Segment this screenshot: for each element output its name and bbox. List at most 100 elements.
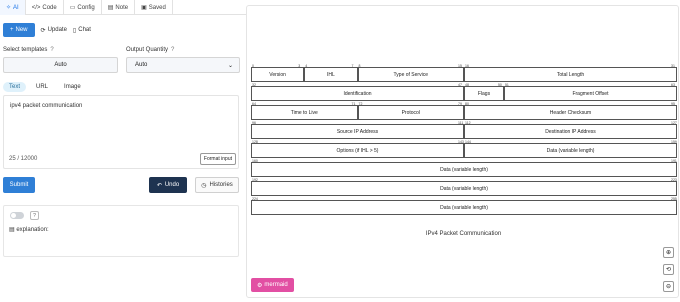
update-label: Update: [47, 27, 67, 33]
explanation-label: ▤ explanation:: [9, 226, 49, 233]
chat-label: Chat: [78, 27, 91, 33]
update-button[interactable]: ⟳ Update: [41, 27, 67, 34]
bit-end-label: 15: [458, 64, 462, 68]
diagram-row: Data (variable length) 224 255: [251, 197, 677, 216]
app: ✧ AI </> Code ▭ Config ▤ Note ▣ Saved + New ⟳ U…: [0, 0, 680, 302]
field-cell: Source IP Address: [251, 124, 464, 139]
chevron-down-icon: ⌄: [227, 62, 233, 69]
diagram-row: Data (variable length) 160 191: [251, 159, 677, 178]
tab-note[interactable]: ▤ Note: [102, 0, 136, 15]
tab-config-label: Config: [77, 4, 95, 11]
new-label: New: [15, 27, 28, 33]
bit-end-label: 3: [298, 64, 301, 68]
diagram-row: Options (if IHL > 5) 128 143 Data (variable…: [251, 140, 677, 159]
chat-button[interactable]: ▯ Chat: [73, 27, 91, 34]
bit-start-label: 224: [252, 197, 258, 201]
tab-text[interactable]: Text: [3, 82, 27, 92]
top-tabs: ✧ AI </> Code ▭ Config ▤ Note ▣ Saved: [0, 0, 246, 15]
quantity-value: Auto: [135, 62, 148, 68]
bit-start-label: 192: [252, 178, 258, 182]
field-cell: Identification: [251, 86, 464, 101]
help-icon: ?: [50, 47, 54, 53]
help-icon[interactable]: ?: [30, 211, 39, 220]
histories-button[interactable]: ◷ Histories: [195, 177, 239, 193]
field-cell: Type of Service: [357, 67, 464, 82]
bit-end-label: 31: [671, 64, 675, 68]
field-cell: Data (variable length): [251, 200, 677, 215]
tab-url[interactable]: URL: [30, 82, 54, 92]
mermaid-button[interactable]: ⚙ mermaid: [251, 278, 294, 292]
field-cell: Fragment Offset: [503, 86, 677, 101]
plus-icon: +: [10, 27, 14, 33]
explanation-panel: ? ▤ explanation:: [3, 205, 239, 257]
histories-label: Histories: [209, 182, 233, 188]
bit-end-label: 79: [458, 102, 462, 106]
new-button[interactable]: + New: [3, 23, 35, 37]
bit-end-label: 143: [458, 140, 464, 144]
packet-diagram: Version 0 3 IHL 4 7 Type of Service 8 15 Total Le…: [251, 64, 677, 216]
gear-icon: ⚙: [257, 282, 263, 289]
tab-code[interactable]: </> Code: [26, 0, 64, 15]
sparkle-icon: ✧: [6, 5, 12, 11]
templates-select[interactable]: Auto: [3, 57, 118, 73]
bit-start-label: 80: [465, 102, 469, 106]
bit-end-label: 63: [671, 83, 675, 87]
quantity-label: Output Quantity?: [126, 47, 174, 53]
tab-saved-label: Saved: [148, 4, 166, 11]
undo-icon: ↶: [156, 182, 162, 189]
code-icon: </>: [31, 4, 41, 11]
diagram-row: Version 0 3 IHL 4 7 Type of Service 8 15 Total Le…: [251, 64, 677, 83]
bit-end-label: 47: [458, 83, 462, 87]
bit-start-label: 128: [252, 140, 258, 144]
note-icon: ▤: [107, 5, 114, 11]
zoom-out-icon[interactable]: ⊖: [663, 281, 674, 292]
field-cell: Version: [251, 67, 305, 82]
undo-button[interactable]: ↶ Undo: [149, 177, 187, 193]
tab-image[interactable]: Image: [58, 82, 87, 92]
format-input-button[interactable]: Format input: [199, 153, 236, 165]
bit-end-label: 191: [671, 159, 677, 163]
prompt-value: ipv4 packet communication: [10, 103, 83, 109]
zoom-controls: ⊕ ⟲ ⊖: [663, 247, 674, 292]
diagram-row: Time to Live 64 71 Protocol 72 79 Header Check…: [251, 102, 677, 121]
save-icon: ▣: [141, 5, 147, 11]
help-icon: ?: [171, 47, 175, 53]
bit-end-label: 95: [671, 102, 675, 106]
tab-config[interactable]: ▭ Config: [64, 0, 102, 15]
field-cell: Data (variable length): [251, 181, 677, 196]
input-tabs: Text URL Image: [3, 82, 87, 92]
bit-start-label: 72: [358, 102, 363, 106]
tab-code-label: Code: [42, 4, 57, 11]
bit-start-label: 32: [252, 83, 256, 87]
diagram-row: Identification 32 47 Flags 48 50 Fragment Offs…: [251, 83, 677, 102]
bit-start-label: 51: [504, 83, 509, 87]
field-cell: Header Checksum: [464, 105, 677, 120]
bit-start-label: 16: [465, 64, 469, 68]
field-cell: Options (if IHL > 5): [251, 143, 464, 158]
bit-start-label: 112: [465, 121, 471, 125]
tab-note-label: Note: [115, 4, 129, 11]
diagram-row: Source IP Address 96 111 Destination IP Add…: [251, 121, 677, 140]
prompt-input[interactable]: ipv4 packet communication 25 / 12000 For…: [3, 95, 239, 169]
undo-label: Undo: [164, 182, 180, 188]
tab-saved[interactable]: ▣ Saved: [135, 0, 173, 15]
field-cell: Destination IP Address: [464, 124, 677, 139]
quantity-select[interactable]: Auto ⌄: [126, 57, 240, 73]
bit-end-label: 71: [351, 102, 356, 106]
bit-start-label: 48: [465, 83, 469, 87]
zoom-in-icon[interactable]: ⊕: [663, 247, 674, 258]
tab-ai[interactable]: ✧ AI: [0, 0, 26, 15]
bit-start-label: 96: [252, 121, 256, 125]
explanation-label-text: explanation:: [16, 227, 49, 233]
field-cell: Flags: [464, 86, 504, 101]
folder-icon: ▭: [69, 5, 76, 11]
diagram-row: Data (variable length) 192 223: [251, 178, 677, 197]
history-icon: ◷: [201, 182, 207, 189]
explanation-toggle[interactable]: [10, 212, 24, 219]
char-count: 25 / 12000: [9, 156, 38, 162]
bit-start-label: 64: [252, 102, 256, 106]
templates-label-text: Select templates: [3, 47, 48, 53]
reset-icon[interactable]: ⟲: [663, 264, 674, 275]
submit-button[interactable]: Submit: [3, 177, 35, 193]
toolbar: + New ⟳ Update ▯ Chat: [3, 23, 91, 37]
